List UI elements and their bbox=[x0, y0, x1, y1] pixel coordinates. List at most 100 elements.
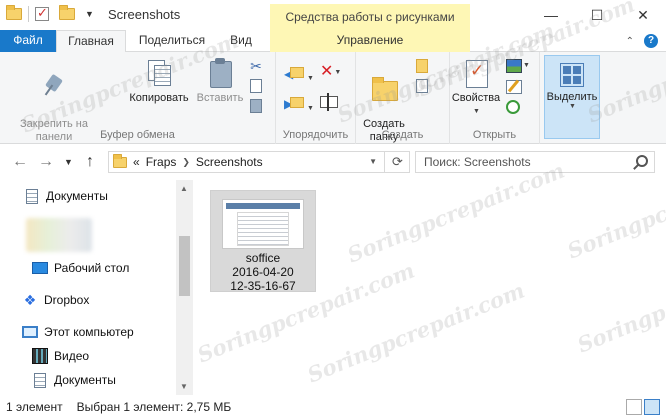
nav-item-documents-2[interactable]: Документы bbox=[32, 370, 116, 390]
edit-button[interactable] bbox=[506, 79, 536, 94]
paste-shortcut-button[interactable] bbox=[248, 98, 264, 114]
address-row: ← → ▼ ↑ « Fraps ❯ Screenshots ▼ ⟳ bbox=[0, 144, 666, 180]
title-bar: ▼ Screenshots Средства работы с рисункам… bbox=[0, 0, 666, 30]
address-bar[interactable]: « Fraps ❯ Screenshots ▼ bbox=[108, 151, 410, 173]
window-controls: — ☐ ✕ bbox=[528, 0, 666, 30]
tab-share[interactable]: Поделиться bbox=[130, 30, 214, 52]
open-small-buttons: ▼ bbox=[506, 58, 536, 115]
open-button[interactable]: ▼ bbox=[506, 58, 536, 73]
navigation-pane: Документы Рабочий стол ❖ Dropbox Этот ко… bbox=[0, 180, 194, 395]
minimize-button[interactable]: — bbox=[528, 0, 574, 30]
back-button[interactable]: ← bbox=[12, 153, 28, 171]
pin-icon bbox=[40, 73, 68, 101]
folder-icon bbox=[113, 153, 127, 168]
close-button[interactable]: ✕ bbox=[620, 0, 666, 30]
move-to-button[interactable]: ◀ ▼ bbox=[284, 64, 314, 85]
clipboard-group-label: Буфер обмена bbox=[100, 129, 175, 141]
video-icon bbox=[32, 348, 48, 364]
rename-icon bbox=[320, 93, 338, 111]
forward-button[interactable]: → bbox=[38, 153, 54, 171]
copy-path-button[interactable] bbox=[248, 78, 264, 94]
breadcrumb-overflow[interactable]: « bbox=[133, 155, 140, 169]
tab-manage[interactable]: Управление bbox=[270, 30, 470, 52]
scroll-up-icon[interactable]: ▲ bbox=[180, 184, 188, 193]
help-icon[interactable]: ? bbox=[644, 34, 658, 48]
properties-icon bbox=[463, 58, 489, 88]
copy-button[interactable]: Копировать bbox=[124, 58, 194, 105]
open-icon bbox=[506, 58, 522, 73]
create-group: Создать папку Создать bbox=[356, 52, 450, 144]
select-label: Выделить bbox=[546, 91, 598, 103]
desktop-icon bbox=[32, 262, 48, 274]
nav-item-documents[interactable]: Документы bbox=[24, 186, 108, 206]
nav-item-video[interactable]: Видео bbox=[32, 346, 89, 366]
nav-item-this-pc[interactable]: Этот компьютер bbox=[22, 322, 134, 342]
scroll-thumb[interactable] bbox=[179, 236, 190, 296]
properties-button[interactable]: Свойства ▼ bbox=[450, 58, 502, 118]
blurred-area bbox=[26, 218, 92, 252]
properties-label: Свойства bbox=[451, 92, 501, 104]
organize-group: ◀ ▼ ✕▼ ▶ ▼ Упорядочить bbox=[276, 52, 356, 144]
nav-item-dropbox[interactable]: ❖ Dropbox bbox=[22, 290, 90, 310]
search-box[interactable] bbox=[415, 151, 655, 173]
open-group-label: Открыть bbox=[472, 129, 517, 141]
customize-qat-button[interactable]: ▼ bbox=[85, 9, 94, 19]
documents-icon bbox=[34, 372, 46, 388]
tab-view[interactable]: Вид bbox=[218, 30, 264, 52]
breadcrumb-screenshots[interactable]: Screenshots bbox=[196, 155, 263, 169]
chevron-down-icon[interactable]: ▼ bbox=[369, 157, 377, 166]
window-title: Screenshots bbox=[108, 7, 181, 22]
cut-icon[interactable]: ✂ bbox=[248, 58, 264, 74]
collapse-ribbon-icon[interactable]: ⌃ bbox=[626, 36, 634, 47]
large-icons-view-button[interactable] bbox=[644, 399, 660, 415]
new-item-button[interactable] bbox=[414, 58, 430, 74]
clipboard-small-buttons: ✂ bbox=[248, 58, 268, 114]
scroll-down-icon[interactable]: ▼ bbox=[180, 382, 188, 391]
tab-home[interactable]: Главная bbox=[56, 30, 126, 53]
file-name: soffice 2016-04-20 12-35-16-67 bbox=[230, 251, 296, 293]
file-list: soffice 2016-04-20 12-35-16-67 bbox=[194, 180, 666, 395]
history-icon bbox=[506, 100, 520, 115]
search-input[interactable] bbox=[416, 152, 626, 172]
search-icon[interactable] bbox=[636, 155, 648, 167]
easy-access-icon bbox=[416, 79, 428, 93]
nav-item-desktop[interactable]: Рабочий стол bbox=[32, 258, 129, 278]
nav-item-label: Этот компьютер bbox=[44, 325, 134, 339]
view-buttons bbox=[626, 399, 660, 415]
select-button[interactable]: Выделить ▼ bbox=[544, 55, 600, 139]
rename-button[interactable] bbox=[320, 93, 338, 111]
new-folder-icon bbox=[369, 73, 399, 101]
nav-item-label: Документы bbox=[54, 373, 116, 387]
properties-icon[interactable] bbox=[35, 5, 49, 21]
tab-file[interactable]: Файл bbox=[0, 30, 56, 52]
refresh-button[interactable]: ⟳ bbox=[384, 151, 410, 173]
delete-button[interactable]: ✕▼ bbox=[320, 64, 341, 80]
nav-item-label: Dropbox bbox=[44, 293, 90, 307]
easy-access-button[interactable] bbox=[414, 78, 430, 94]
details-view-button[interactable] bbox=[626, 399, 642, 415]
up-button[interactable]: ↑ bbox=[86, 153, 94, 171]
nav-scrollbar[interactable]: ▲ ▼ bbox=[176, 180, 193, 395]
new-folder-icon[interactable] bbox=[59, 5, 75, 20]
organize-group-label: Упорядочить bbox=[282, 129, 349, 141]
maximize-button[interactable]: ☐ bbox=[574, 0, 620, 30]
nav-item-label: Рабочий стол bbox=[54, 261, 130, 275]
copy-to-icon: ▶ bbox=[284, 94, 306, 112]
paste-label: Вставить bbox=[196, 92, 244, 104]
selection-info: Выбран 1 элемент: 2,75 МБ bbox=[76, 400, 232, 414]
copy-label: Копировать bbox=[129, 92, 189, 104]
paste-button[interactable]: Вставить bbox=[192, 58, 248, 105]
copy-to-button[interactable]: ▶ ▼ bbox=[284, 94, 314, 115]
quick-access-toolbar: ▼ bbox=[6, 5, 94, 22]
copy-icon bbox=[145, 58, 173, 88]
documents-icon bbox=[26, 188, 38, 204]
item-count: 1 элемент bbox=[6, 400, 63, 414]
file-item[interactable]: soffice 2016-04-20 12-35-16-67 bbox=[210, 190, 316, 293]
history-button[interactable] bbox=[506, 100, 536, 115]
breadcrumb-fraps[interactable]: Fraps bbox=[146, 155, 177, 169]
pin-quick-access-button[interactable]: Закрепить на панели быстрого доступа bbox=[4, 60, 104, 157]
chevron-right-icon[interactable]: ❯ bbox=[182, 157, 190, 168]
folder-icon[interactable] bbox=[6, 5, 22, 20]
recent-locations-button[interactable]: ▼ bbox=[64, 157, 73, 167]
open-group: Свойства ▼ ▼ Открыть bbox=[450, 52, 540, 144]
